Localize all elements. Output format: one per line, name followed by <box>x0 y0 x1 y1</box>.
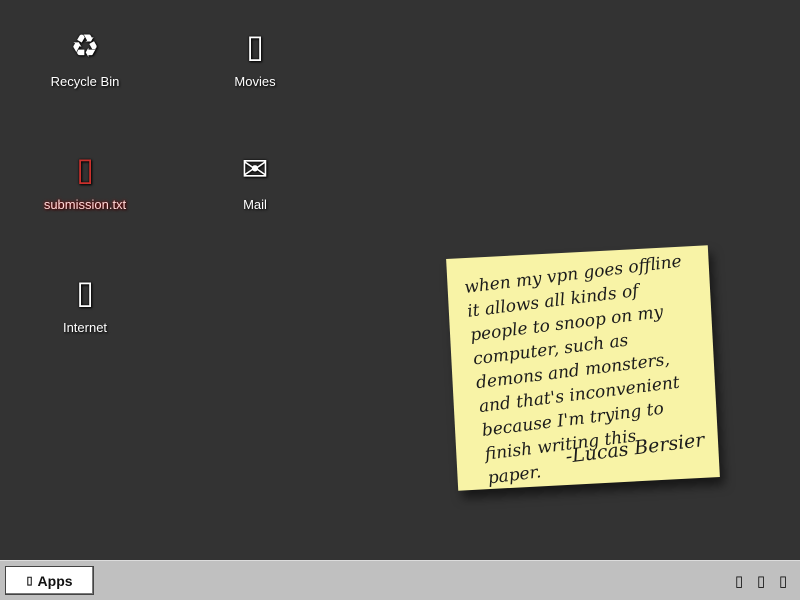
desktop-icon-label: Internet <box>62 320 108 335</box>
mail-icon: ✉ <box>241 150 269 188</box>
recycle-bin-icon: ♻ <box>70 27 100 65</box>
tray-icon[interactable]: ▯ <box>732 572 746 590</box>
desktop-icon-submission-txt[interactable]: ▯ submission.txt <box>20 147 150 214</box>
desktop-icon-internet[interactable]: ▯ Internet <box>20 270 150 337</box>
internet-icon: ▯ <box>76 273 94 311</box>
sticky-note[interactable]: when my vpn goes offline it allows all k… <box>446 245 720 491</box>
tray-icon[interactable]: ▯ <box>754 572 768 590</box>
text-file-icon: ▯ <box>76 150 94 188</box>
desktop-icon-movies[interactable]: ▯ Movies <box>190 24 320 91</box>
desktop-icon-recycle-bin[interactable]: ♻ Recycle Bin <box>20 24 150 91</box>
desktop-icon-label: Recycle Bin <box>50 74 120 89</box>
desktop-icon-label: Movies <box>234 74 276 89</box>
apps-button-label: Apps <box>37 572 73 589</box>
taskbar: ▯ Apps ▯ ▯ ▯ <box>0 560 800 600</box>
apps-button[interactable]: ▯ Apps <box>5 566 94 595</box>
movies-folder-icon: ▯ <box>246 27 264 65</box>
system-tray: ▯ ▯ ▯ <box>732 569 790 593</box>
desktop-icon-label: Mail <box>243 197 267 212</box>
desktop-icon-label: submission.txt <box>43 197 127 212</box>
desktop-icon-mail[interactable]: ✉ Mail <box>190 147 320 214</box>
apps-icon: ▯ <box>26 575 33 587</box>
desktop: ♻ Recycle Bin ▯ Movies ▯ submission.txt … <box>0 0 800 560</box>
tray-icon[interactable]: ▯ <box>776 572 790 590</box>
